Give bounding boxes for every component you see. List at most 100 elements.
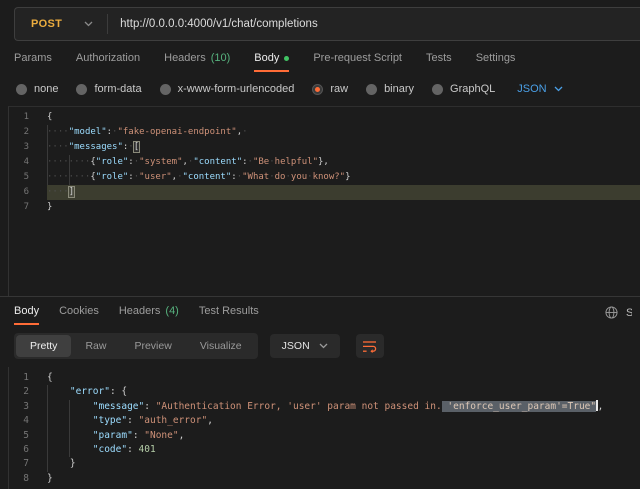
code-token: ···· — [47, 187, 69, 197]
code-token: : — [127, 415, 138, 426]
tab-label: Tests — [426, 52, 452, 64]
tab-label: Pre-request Script — [313, 52, 402, 64]
line-number: 1 — [9, 110, 29, 125]
url-input[interactable]: http://0.0.0.0:4000/v1/chat/completions — [108, 18, 640, 30]
view-raw[interactable]: Raw — [71, 335, 120, 357]
response-editor[interactable]: 1{2 "error": {3 "message": "Authenticati… — [8, 367, 640, 489]
body-format-selector[interactable]: JSON — [517, 83, 562, 95]
code-content: "type": "auth_error", — [47, 415, 213, 426]
tab-pre-request-script[interactable]: Pre-request Script — [313, 52, 402, 72]
code-line[interactable]: 1{ — [9, 110, 640, 125]
code-line[interactable]: 5 "param": "None", — [9, 429, 640, 443]
code-line[interactable]: 1{ — [9, 371, 640, 385]
tab-tests[interactable]: Tests — [426, 52, 452, 72]
method-label: POST — [31, 18, 62, 30]
response-format-label: JSON — [282, 340, 310, 352]
tab-settings[interactable]: Settings — [476, 52, 516, 72]
line-number: 4 — [9, 414, 29, 428]
radio-label: x-www-form-urlencoded — [178, 83, 295, 95]
wrap-text-button[interactable] — [356, 334, 384, 358]
tab-label: Params — [14, 52, 52, 64]
body-type-radios: none form-data x-www-form-urlencoded raw bin… — [16, 83, 495, 95]
code-token: "message" — [93, 401, 144, 412]
radio-icon[interactable] — [432, 84, 443, 95]
response-tab-body[interactable]: Body — [14, 305, 39, 325]
code-token: "code" — [93, 444, 127, 455]
wrap-text-icon — [362, 340, 377, 353]
code-token: "param" — [93, 430, 133, 441]
tab-label: Headers — [119, 305, 161, 317]
body-type-raw[interactable]: raw — [312, 83, 348, 95]
code-content: "param": "None", — [47, 430, 184, 441]
code-token: { — [47, 112, 52, 122]
response-meta-fragment: S — [626, 307, 632, 319]
code-line[interactable]: 7 } — [9, 457, 640, 471]
globe-icon[interactable] — [605, 306, 618, 319]
code-token: "What — [242, 172, 269, 182]
code-line[interactable]: 4 "type": "auth_error", — [9, 414, 640, 428]
response-tab-test-results[interactable]: Test Results — [199, 305, 259, 325]
radio-icon[interactable] — [76, 84, 87, 95]
code-line[interactable]: 6····] — [9, 185, 640, 200]
body-type-x-www-form-urlencoded[interactable]: x-www-form-urlencoded — [160, 83, 295, 95]
code-token: , — [207, 415, 213, 426]
radio-icon[interactable] — [366, 84, 377, 95]
code-token: 'enforce_user_param'=True" — [442, 401, 596, 412]
view-visualize[interactable]: Visualize — [186, 335, 256, 357]
radio-icon[interactable] — [16, 84, 27, 95]
tab-headers[interactable]: Headers(10) — [164, 52, 230, 72]
code-content: } — [47, 473, 53, 484]
chevron-down-icon — [554, 86, 563, 92]
tab-authorization[interactable]: Authorization — [76, 52, 140, 72]
line-number: 8 — [9, 472, 29, 486]
code-line[interactable]: 6 "code": 401 — [9, 443, 640, 457]
response-tab-headers[interactable]: Headers(4) — [119, 305, 179, 325]
body-type-graphql[interactable]: GraphQL — [432, 83, 495, 95]
radio-icon[interactable] — [312, 84, 323, 95]
code-token — [47, 458, 70, 469]
code-token: "type" — [93, 415, 127, 426]
method-selector[interactable]: POST — [15, 8, 107, 40]
url-bar: POST http://0.0.0.0:4000/v1/chat/complet… — [14, 7, 640, 41]
response-format-selector[interactable]: JSON — [270, 334, 340, 358]
line-number: 3 — [9, 140, 29, 155]
code-content: ····"messages":·[ — [47, 142, 139, 152]
code-token: "None" — [144, 430, 178, 441]
view-pretty[interactable]: Pretty — [16, 335, 71, 357]
code-line[interactable]: 3 "message": "Authentication Error, 'use… — [9, 400, 640, 414]
code-token: } — [345, 172, 350, 182]
radio-icon[interactable] — [160, 84, 171, 95]
tab-params[interactable]: Params — [14, 52, 52, 72]
body-type-none[interactable]: none — [16, 83, 58, 95]
body-type-form-data[interactable]: form-data — [76, 83, 141, 95]
code-line[interactable]: 3 ····"messages":·[ — [9, 140, 640, 155]
code-token: "model" — [69, 127, 107, 137]
code-token: } — [70, 458, 76, 469]
request-url-row: POST http://0.0.0.0:4000/v1/chat/complet… — [0, 0, 640, 41]
chevron-down-icon — [84, 21, 93, 27]
code-token: ] — [69, 187, 74, 197]
unsaved-dot-icon — [284, 56, 289, 61]
view-preview[interactable]: Preview — [120, 335, 185, 357]
code-line[interactable]: 4········{"role":·"system",·"content":·"… — [9, 155, 640, 170]
code-token: ········ — [47, 157, 90, 167]
code-line[interactable]: 7} — [9, 200, 640, 215]
code-line[interactable]: 2 "error": { — [9, 385, 640, 399]
code-token: "messages" — [69, 142, 123, 152]
code-line[interactable]: 8} — [9, 472, 640, 486]
code-token — [47, 386, 70, 397]
code-token: "role" — [96, 172, 129, 182]
code-line[interactable]: 2····"model":·"fake-openai-endpoint",· — [9, 125, 640, 140]
line-number: 5 — [9, 429, 29, 443]
request-editor[interactable]: 1{2····"model":·"fake-openai-endpoint",·… — [8, 106, 640, 296]
body-type-binary[interactable]: binary — [366, 83, 414, 95]
code-token — [47, 444, 93, 455]
tab-body[interactable]: Body — [254, 52, 289, 72]
code-content: ····] — [47, 187, 74, 197]
code-token: helpful" — [275, 157, 318, 167]
response-header: Body Cookies Headers(4) Test Results S — [0, 297, 640, 325]
response-tab-cookies[interactable]: Cookies — [59, 305, 99, 325]
tab-label: Test Results — [199, 305, 259, 317]
code-token: } — [47, 473, 53, 484]
code-line[interactable]: 5········{"role":·"user",·"content":·"Wh… — [9, 170, 640, 185]
